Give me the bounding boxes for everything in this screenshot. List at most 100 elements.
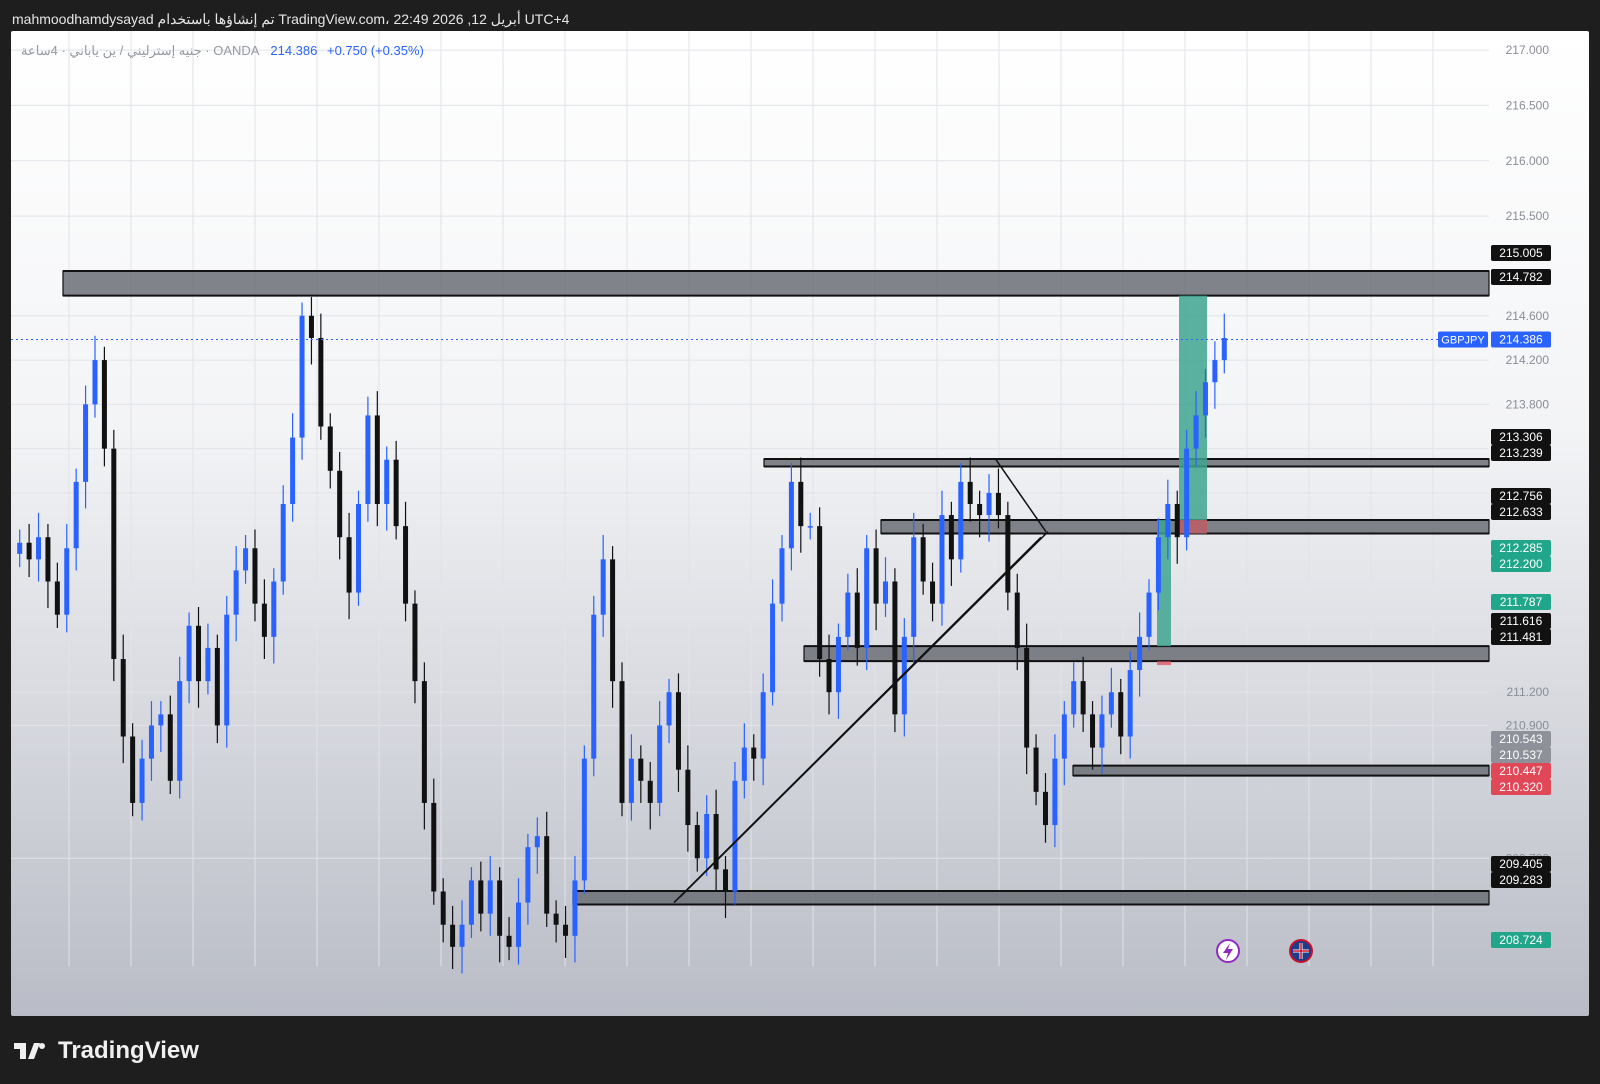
candle-body[interactable] bbox=[478, 880, 484, 914]
candle-body[interactable] bbox=[1165, 504, 1171, 538]
candle-body[interactable] bbox=[873, 548, 879, 604]
tradingview-footer[interactable]: TradingView bbox=[14, 1037, 199, 1065]
candle-body[interactable] bbox=[1014, 592, 1020, 648]
candle-body[interactable] bbox=[1174, 504, 1180, 538]
candle-body[interactable] bbox=[365, 415, 371, 504]
candle-body[interactable] bbox=[318, 337, 324, 427]
candle-body[interactable] bbox=[261, 603, 267, 637]
candle-body[interactable] bbox=[572, 880, 578, 936]
candle-body[interactable] bbox=[64, 548, 70, 615]
candle-body[interactable] bbox=[1108, 692, 1114, 715]
candle-body[interactable] bbox=[1193, 415, 1199, 449]
candle-body[interactable] bbox=[930, 581, 936, 604]
candle-body[interactable] bbox=[1052, 758, 1058, 826]
candle-body[interactable] bbox=[83, 404, 89, 482]
candle-body[interactable] bbox=[111, 448, 117, 659]
candle-body[interactable] bbox=[355, 504, 361, 593]
candle-body[interactable] bbox=[779, 548, 785, 604]
candle-body[interactable] bbox=[760, 692, 766, 759]
candle-body[interactable] bbox=[1146, 592, 1152, 637]
candle-body[interactable] bbox=[36, 537, 42, 560]
candle-body[interactable] bbox=[600, 559, 606, 615]
candle-body[interactable] bbox=[1042, 791, 1048, 826]
candle-body[interactable] bbox=[1099, 714, 1105, 748]
candle-body[interactable] bbox=[835, 636, 841, 693]
candle-body[interactable] bbox=[892, 581, 898, 715]
candle-body[interactable] bbox=[1184, 448, 1190, 538]
candle-body[interactable] bbox=[1127, 670, 1133, 737]
candle-body[interactable] bbox=[723, 869, 729, 892]
zone-rect[interactable] bbox=[572, 890, 1490, 906]
candle-body[interactable] bbox=[346, 537, 352, 593]
candle-body[interactable] bbox=[214, 647, 220, 726]
candle-body[interactable] bbox=[826, 659, 832, 693]
candle-body[interactable] bbox=[515, 902, 521, 947]
candle-body[interactable] bbox=[1061, 714, 1067, 759]
candle-body[interactable] bbox=[308, 315, 314, 338]
candle-body[interactable] bbox=[1155, 537, 1161, 593]
candle-body[interactable] bbox=[1033, 747, 1039, 792]
position-target-zone[interactable] bbox=[1179, 295, 1207, 534]
candle-body[interactable] bbox=[26, 542, 32, 560]
candle-body[interactable] bbox=[544, 836, 550, 914]
candle-body[interactable] bbox=[459, 924, 465, 947]
candle-body[interactable] bbox=[817, 526, 823, 659]
candle-body[interactable] bbox=[158, 714, 164, 726]
candle-body[interactable] bbox=[638, 758, 644, 781]
candle-body[interactable] bbox=[412, 603, 418, 682]
candle-body[interactable] bbox=[290, 437, 296, 504]
candle-body[interactable] bbox=[911, 537, 917, 637]
zone-rect[interactable] bbox=[763, 458, 1490, 468]
candle-body[interactable] bbox=[694, 825, 700, 859]
candle-body[interactable] bbox=[845, 592, 851, 637]
candle-body[interactable] bbox=[54, 581, 60, 615]
candle-body[interactable] bbox=[1212, 360, 1218, 383]
candle-body[interactable] bbox=[205, 647, 211, 682]
candle-body[interactable] bbox=[167, 714, 173, 781]
candle-body[interactable] bbox=[534, 836, 540, 848]
candle-body[interactable] bbox=[487, 880, 493, 914]
candle-body[interactable] bbox=[421, 681, 427, 803]
candle-body[interactable] bbox=[1024, 647, 1030, 748]
candle-body[interactable] bbox=[525, 847, 531, 903]
candle-body[interactable] bbox=[864, 548, 870, 648]
candle-body[interactable] bbox=[506, 935, 512, 947]
candle-body[interactable] bbox=[252, 548, 258, 604]
candle-body[interactable] bbox=[374, 415, 380, 504]
candle-body[interactable] bbox=[45, 537, 51, 582]
candle-body[interactable] bbox=[1090, 714, 1096, 748]
candle-body[interactable] bbox=[271, 581, 277, 637]
candle-body[interactable] bbox=[553, 913, 559, 925]
candle-body[interactable] bbox=[497, 880, 503, 936]
candle-body[interactable] bbox=[770, 603, 776, 693]
candle-body[interactable] bbox=[704, 814, 710, 859]
candle-body[interactable] bbox=[186, 625, 192, 682]
candle-body[interactable] bbox=[337, 470, 343, 538]
candle-body[interactable] bbox=[139, 758, 145, 803]
candle-body[interactable] bbox=[854, 592, 860, 648]
candle-body[interactable] bbox=[1221, 337, 1227, 361]
candle-body[interactable] bbox=[883, 581, 889, 604]
candle-body[interactable] bbox=[403, 526, 409, 604]
candle-body[interactable] bbox=[299, 315, 305, 438]
candle-body[interactable] bbox=[148, 725, 154, 759]
candle-body[interactable] bbox=[196, 625, 202, 682]
candle-body[interactable] bbox=[1080, 681, 1086, 715]
candle-body[interactable] bbox=[948, 515, 954, 560]
candle-body[interactable] bbox=[788, 481, 794, 549]
candle-body[interactable] bbox=[732, 780, 738, 892]
candle-body[interactable] bbox=[1202, 382, 1208, 416]
zone-rect[interactable] bbox=[62, 270, 1490, 297]
candle-body[interactable] bbox=[327, 426, 333, 471]
candle-body[interactable] bbox=[675, 692, 681, 770]
candle-body[interactable] bbox=[17, 542, 23, 554]
candle-body[interactable] bbox=[751, 747, 757, 759]
candle-body[interactable] bbox=[1005, 515, 1011, 593]
candle-body[interactable] bbox=[920, 537, 926, 582]
candle-body[interactable] bbox=[233, 570, 239, 615]
candle-body[interactable] bbox=[101, 360, 107, 449]
candle-body[interactable] bbox=[224, 614, 230, 726]
candle-body[interactable] bbox=[958, 481, 964, 560]
trend-channel-upper[interactable] bbox=[679, 531, 1049, 898]
candle-body[interactable] bbox=[431, 802, 437, 892]
